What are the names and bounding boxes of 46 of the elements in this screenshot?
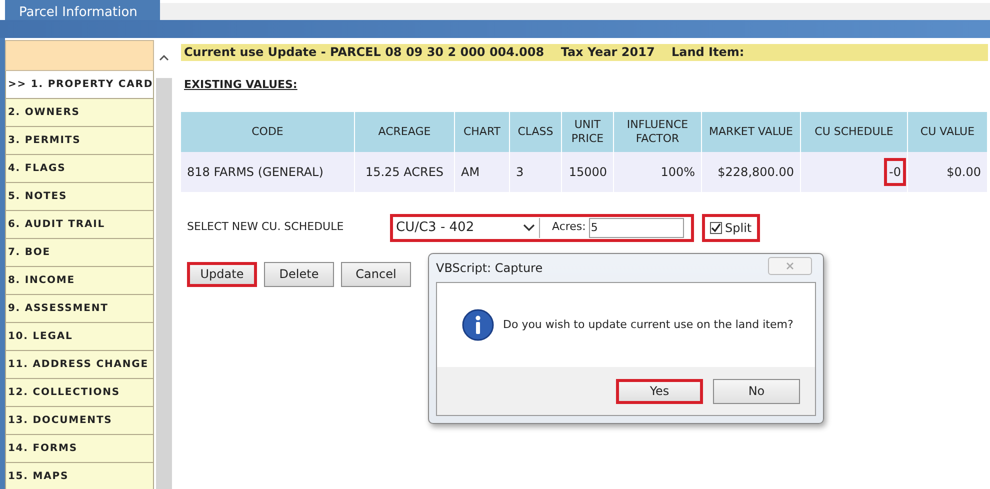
checkmark-icon — [711, 222, 721, 232]
sidebar-item[interactable]: 11. ADDRESS CHANGE — [4, 351, 154, 379]
action-button[interactable]: Delete — [264, 262, 334, 286]
dialog-button[interactable]: No — [713, 378, 800, 404]
action-button[interactable]: Update — [187, 262, 257, 286]
sidebar-item[interactable]: 5. NOTES — [4, 183, 154, 211]
sidebar-item[interactable]: 14. FORMS — [4, 435, 154, 463]
split-checkbox[interactable]: Split — [704, 216, 758, 240]
sidebar-item[interactable]: 15. MAPS — [4, 463, 154, 489]
parcel-information-tab[interactable]: Parcel Information — [5, 0, 160, 20]
table-cell-text: AM — [460, 164, 481, 180]
table-cell-text: 3 — [515, 164, 525, 180]
sidebar-item[interactable]: 8. INCOME — [4, 267, 154, 295]
sidebar-item[interactable]: 13. DOCUMENTS — [4, 407, 154, 435]
sidebar-item[interactable]: 10. LEGAL — [4, 323, 154, 351]
table-cell-text: 818 FARMS (GENERAL) — [186, 164, 324, 180]
table-cell-text: $228,800.00 — [716, 164, 795, 180]
acres-label: Acres: — [552, 219, 586, 236]
scrollbar[interactable] — [156, 38, 172, 489]
close-button[interactable] — [768, 257, 812, 275]
table-cell: -0 — [886, 160, 904, 184]
action-button[interactable]: Cancel — [341, 262, 411, 286]
table-cell-text: 15000 — [568, 164, 608, 180]
table-cell-text: 100% — [660, 164, 696, 180]
sidebar-item[interactable]: 2. OWNERS — [4, 99, 154, 127]
header-banner: Current use Update - PARCEL 08 09 30 2 000 004.008 Tax Year 2017 Land Item: — [181, 44, 988, 61]
sidebar-item[interactable]: 7. BOE — [4, 239, 154, 267]
schedule-select[interactable]: CU/C3 - 402 — [394, 218, 540, 238]
chevron-down-icon — [523, 224, 535, 232]
sidebar-item[interactable]: 4. FLAGS — [4, 155, 154, 183]
section-title: EXISTING VALUES: — [184, 77, 298, 93]
dialog-message: Do you wish to update current use on the land item? — [503, 316, 794, 333]
dialog-button[interactable]: Yes — [616, 378, 703, 404]
info-icon — [462, 309, 494, 341]
sidebar-item[interactable]: 6. AUDIT TRAIL — [4, 211, 154, 239]
scroll-up-icon[interactable] — [159, 55, 170, 61]
schedule-label: SELECT NEW CU. SCHEDULE — [187, 219, 345, 236]
sidebar-item[interactable]: 3. PERMITS — [4, 127, 154, 155]
table-cell-text: $0.00 — [946, 164, 982, 180]
table-cell-text: 15.25 ACRES — [364, 164, 445, 180]
dialog-title: VBScript: Capture — [436, 260, 544, 277]
acres-field[interactable]: 5 — [588, 218, 684, 238]
sidebar-item[interactable]: >> 1. PROPERTY CARD — [4, 71, 154, 99]
sidebar-item[interactable]: 9. ASSESSMENT — [4, 295, 154, 323]
sidebar-item[interactable]: 12. COLLECTIONS — [4, 379, 154, 407]
close-icon — [786, 262, 794, 270]
